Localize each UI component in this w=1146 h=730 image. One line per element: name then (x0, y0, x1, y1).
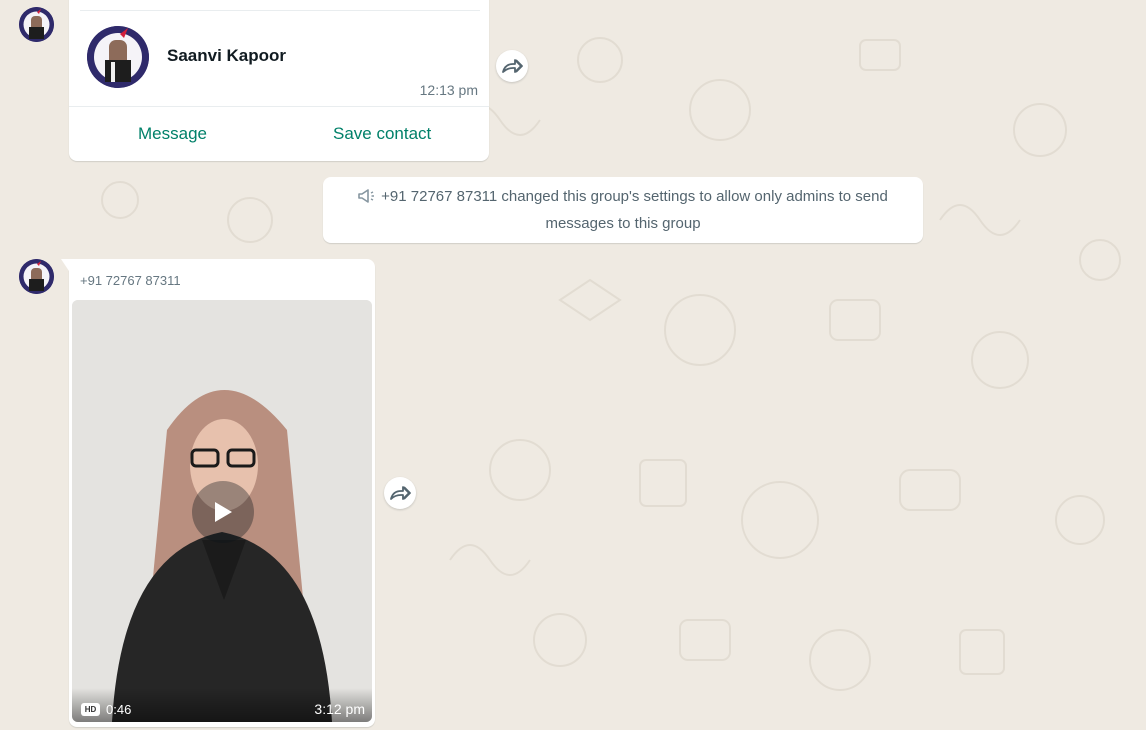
sender-avatar[interactable] (19, 259, 54, 294)
divider (80, 10, 480, 11)
system-notice: +91 72767 87311 changed this group's set… (323, 177, 923, 243)
sender-avatar[interactable] (19, 7, 54, 42)
save-contact-button[interactable]: Save contact (333, 124, 431, 144)
contact-name: Saanvi Kapoor (167, 46, 287, 65)
sender-phone[interactable]: +91 72767 87311 (80, 273, 181, 288)
bubble-tail (61, 259, 69, 271)
megaphone-icon (358, 189, 375, 203)
message-time: 3:12 pm (314, 701, 365, 717)
video-thumbnail[interactable]: HD 0:46 3:12 pm (72, 300, 372, 722)
forward-icon (390, 486, 411, 500)
contact-card: Saanvi Kapoor 12:13 pm Message Save cont… (69, 0, 489, 161)
video-footer: HD 0:46 3:12 pm (72, 688, 372, 722)
forward-button[interactable] (384, 477, 416, 509)
message-contact-button[interactable]: Message (138, 124, 207, 144)
forward-icon (502, 59, 523, 73)
play-icon (215, 502, 232, 522)
divider (69, 106, 489, 107)
video-duration: 0:46 (106, 702, 132, 717)
play-button[interactable] (192, 481, 254, 543)
message-time: 12:13 pm (419, 82, 478, 98)
forward-button[interactable] (496, 50, 528, 82)
system-notice-text: +91 72767 87311 changed this group's set… (381, 188, 888, 232)
video-message: +91 72767 87311 HD 0:46 3:12 pm (61, 259, 375, 727)
hd-badge: HD (81, 703, 100, 716)
contact-avatar[interactable] (87, 26, 149, 88)
